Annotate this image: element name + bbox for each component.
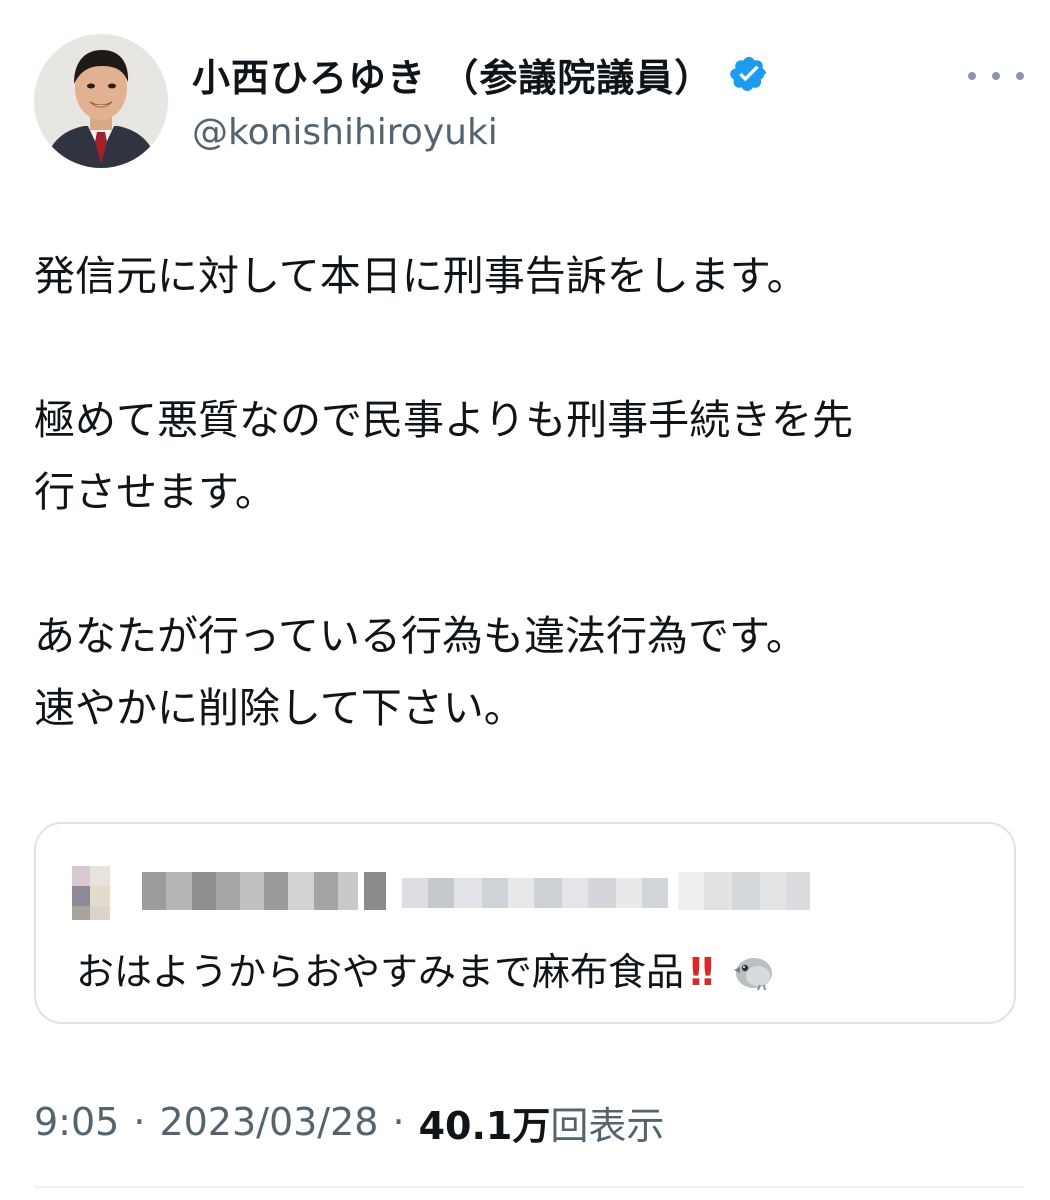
views-count[interactable]: 40.1万 [419,1095,551,1150]
tweet-header: 小西ひろゆき （参議院議員） @konishihiroyuki [34,34,1024,174]
tweet-line: 発信元に対して本日に刑事告訴をします。 [34,252,808,300]
author-info: 小西ひろゆき （参議院議員） @konishihiroyuki [192,42,932,153]
tweet-date[interactable]: 2023/03/28 [159,1100,378,1144]
author-avatar[interactable] [34,34,168,168]
bird-icon [733,957,772,990]
tweet-metadata: 9:05 · 2023/03/28 · 40.1万 回表示 [34,1092,664,1152]
meta-separator: · [133,1100,146,1144]
tweet-line: 極めて悪質なので民事よりも刑事手続きを先 [34,396,854,444]
tweet-detail: 小西ひろゆき （参議院議員） @konishihiroyuki 発信元に対して本… [0,0,1050,1200]
meta-separator: · [392,1100,405,1144]
display-name-row: 小西ひろゆき （参議院議員） [192,42,932,106]
avatar-photo [34,34,168,168]
tweet-line: 速やかに削除して下さい。 [34,684,525,732]
verified-badge-icon[interactable] [729,54,769,94]
quoted-tweet-text: おはようからおやすみまで麻布食品 ‼ [76,934,774,1010]
divider [34,1186,1024,1188]
author-handle[interactable]: @konishihiroyuki [192,112,932,153]
quoted-text: おはようからおやすみまで麻布食品 [76,950,685,994]
tweet-text: 発信元に対して本日に刑事告訴をします。 極めて悪質なので民事よりも刑事手続きを先… [34,240,1024,744]
tweet-paragraph: あなたが行っている行為も違法行為です。 速やかに削除して下さい。 [34,600,1024,744]
views-label: 回表示 [550,1103,665,1148]
tweet-time[interactable]: 9:05 [34,1100,119,1144]
tweet-paragraph: 発信元に対して本日に刑事告訴をします。 [34,240,1024,312]
tweet-line: あなたが行っている行為も違法行為です。 [34,612,807,660]
author-display-name[interactable]: 小西ひろゆき （参議院議員） [192,47,713,102]
double-exclamation-icon: ‼ [690,950,714,994]
quoted-tweet[interactable]: おはようからおやすみまで麻布食品 ‼ [34,822,1016,1024]
tweet-paragraph: 極めて悪質なので民事よりも刑事手続きを先 行させます。 [34,384,1024,528]
more-options-icon[interactable] [968,64,1024,88]
quoted-author-blurred [72,858,812,936]
tweet-line: 行させます。 [34,468,276,516]
